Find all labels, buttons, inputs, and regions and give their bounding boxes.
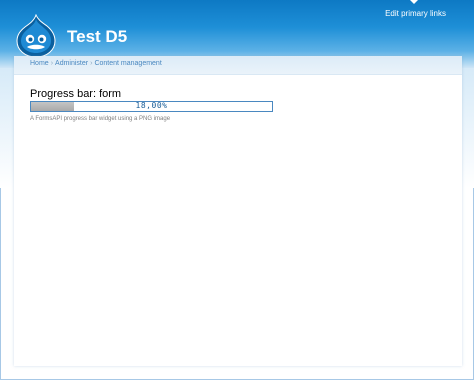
page-title: Progress bar: form — [30, 88, 122, 100]
breadcrumb-bar: Home › Administer › Content management — [14, 56, 462, 75]
progress-bar-label: 18,00% — [135, 101, 168, 110]
main-content: Home › Administer › Content management Progr… — [14, 56, 462, 366]
primary-links-notch — [410, 0, 418, 4]
breadcrumb-administer-link[interactable]: Administer — [55, 60, 88, 67]
progress-description: A FormsAPI progress bar widget using a P… — [30, 116, 171, 122]
breadcrumb-content-management-link[interactable]: Content management — [94, 60, 161, 67]
progress-bar: 18,00% — [30, 101, 273, 112]
breadcrumb: Home › Administer › Content management — [30, 60, 162, 67]
edit-primary-links-link[interactable]: Edit primary links — [385, 9, 446, 18]
site-name[interactable]: Test D5 — [67, 27, 127, 47]
breadcrumb-home-link[interactable]: Home — [30, 60, 49, 67]
drupal-logo-icon[interactable] — [16, 13, 56, 58]
